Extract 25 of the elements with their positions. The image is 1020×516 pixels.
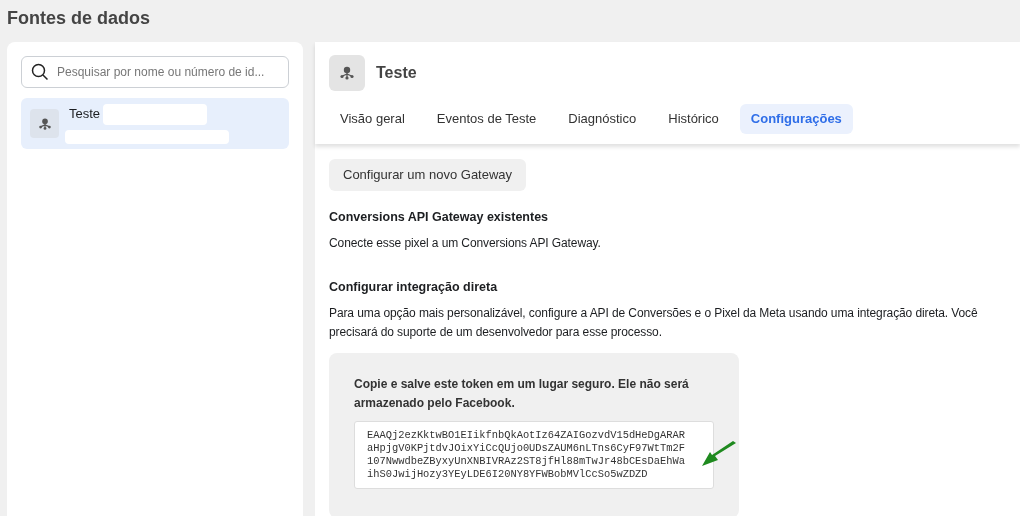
- data-source-item[interactable]: Teste: [21, 98, 289, 149]
- section-heading: Configurar integração direta: [329, 278, 499, 296]
- source-title: Teste: [376, 63, 417, 83]
- section-heading: Conversions API Gateway existentes: [329, 209, 550, 226]
- arrow-annotation-icon: [701, 441, 737, 467]
- page-title: Fontes de dados: [6, 7, 151, 30]
- section-text: Para uma opção mais personalizável, configure a API de Conversões e o Pixel da Meta usando uma integração direta. Você precisará do suporte de um desenvolvedor para esse processo.: [329, 304, 979, 341]
- network-node-icon: [339, 65, 355, 81]
- token-line: 107NwwdbeZByxyUnXNBIVRAz2ST8jfHl88mTwJr48bCEsDaEhWa: [367, 454, 686, 468]
- configure-gateway-button[interactable]: Configurar um novo Gateway: [329, 159, 527, 191]
- source-name: Teste: [69, 105, 101, 124]
- search-icon: [31, 63, 49, 81]
- search-field[interactable]: Pesquisar por nome ou número de id...: [21, 56, 289, 88]
- token-notice: Copie e salve este token em um lugar seguro. Ele não será armazenado pelo Facebook.: [354, 375, 690, 412]
- token-field[interactable]: [354, 420, 714, 489]
- token-line: EAAQj2ezKktwBO1EIikfnbQkAotIz64ZAIGozvdV15dHeDgARAR: [367, 428, 686, 442]
- tab[interactable]: Diagnóstico: [557, 104, 648, 134]
- tab[interactable]: Visão geral: [329, 104, 416, 134]
- token-line: aHpjgV0KPjtdvJOixYiCcQUjo0UDsZAUM6nLTns6CyF97WtTm2F: [367, 441, 686, 455]
- tab[interactable]: Histórico: [657, 104, 730, 134]
- section-text: Conecte esse pixel a um Conversions API Gateway.: [329, 234, 602, 252]
- network-node-icon: [37, 116, 52, 131]
- tab[interactable]: Eventos de Teste: [425, 104, 548, 134]
- token-line: ihS0JwijHozy3YEyLDE6I20NY8YFWBobMVlCcSo5wZDZD: [367, 467, 649, 481]
- tab[interactable]: Configurações: [739, 104, 853, 134]
